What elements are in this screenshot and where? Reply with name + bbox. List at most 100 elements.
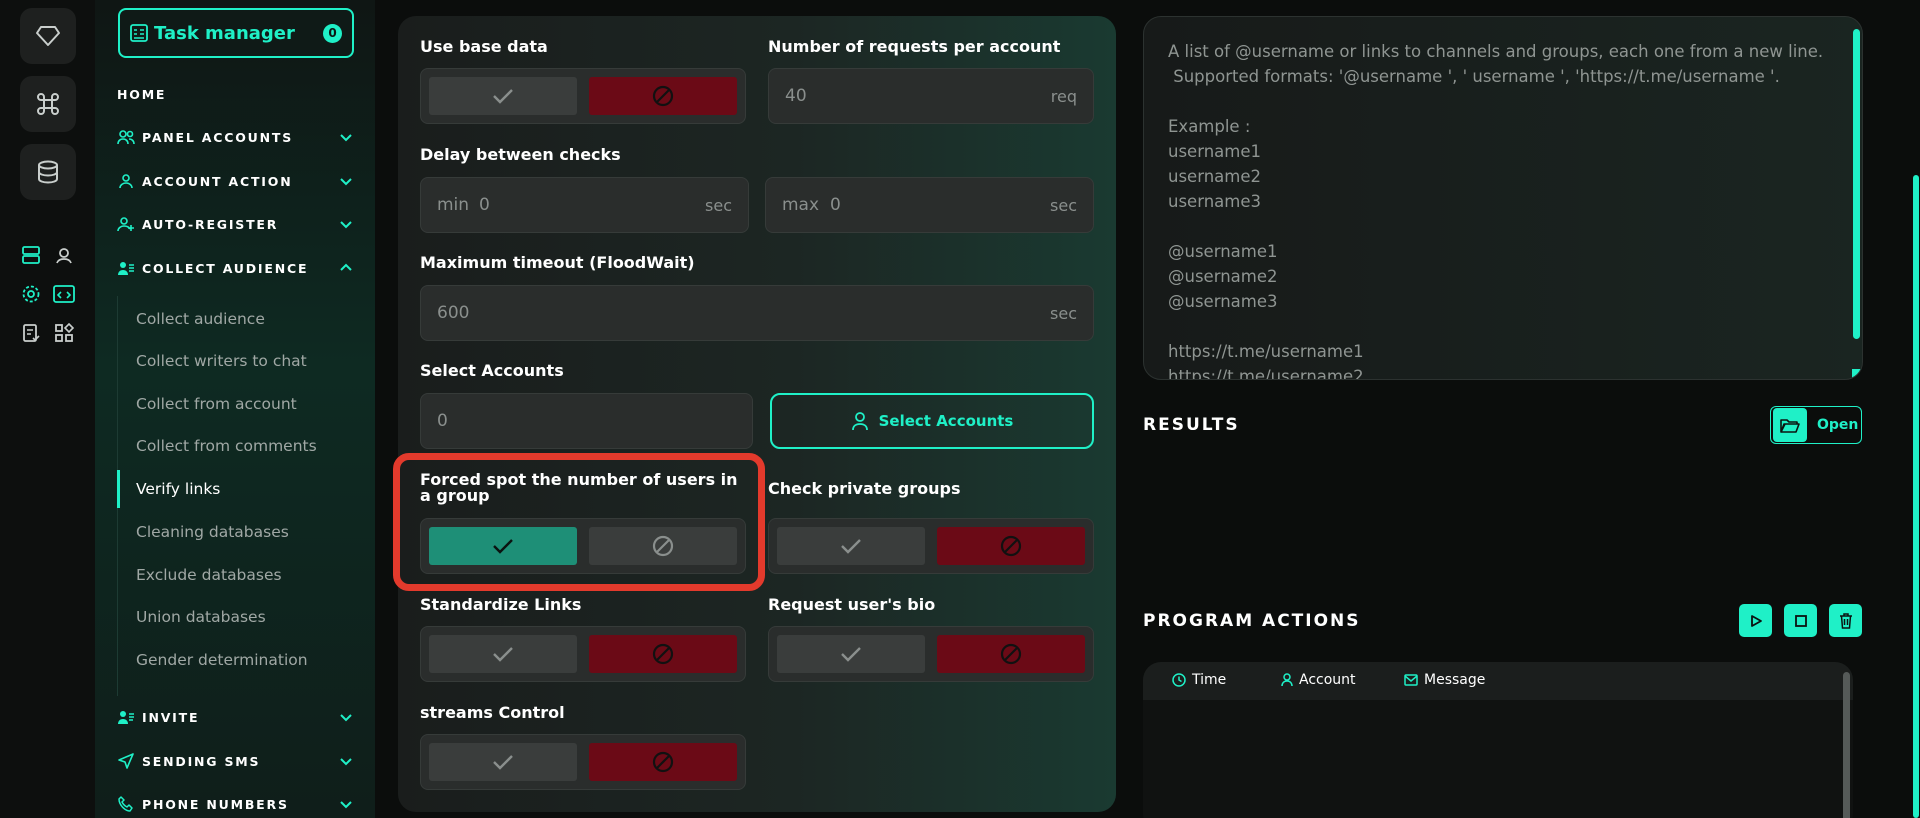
gear-icon[interactable] (20, 283, 42, 305)
stop-icon (1794, 614, 1807, 627)
log-col-time[interactable]: Time (1172, 672, 1226, 688)
open-results-button[interactable]: Open (1770, 406, 1862, 444)
textarea-line: username3 (1168, 192, 1261, 211)
submenu-cleaning-databases[interactable]: Cleaning databases (136, 523, 289, 541)
phone-icon (117, 795, 135, 813)
play-icon (1750, 614, 1762, 627)
submenu-union-databases[interactable]: Union databases (136, 608, 266, 626)
standardize-links-label: Standardize Links (420, 595, 582, 614)
play-button[interactable] (1739, 604, 1772, 637)
submenu-exclude-databases[interactable]: Exclude databases (136, 566, 282, 584)
send-icon (117, 752, 135, 770)
stop-button[interactable] (1784, 604, 1817, 637)
max-timeout-unit: sec (1050, 304, 1077, 323)
delay-label: Delay between checks (420, 145, 621, 164)
log-scrollbar[interactable] (1843, 672, 1850, 818)
highlight-box (393, 453, 765, 591)
chevron-down-icon (340, 178, 352, 186)
clear-log-button[interactable] (1829, 604, 1862, 637)
request-bio-yes[interactable] (777, 635, 925, 673)
requests-per-account-input[interactable]: 40 req (768, 68, 1094, 124)
textarea-line: @username2 (1168, 267, 1278, 286)
log-col-message[interactable]: Message (1404, 672, 1485, 688)
user-icon (1281, 673, 1293, 687)
log-col-account[interactable]: Account (1281, 672, 1356, 688)
use-base-data-no[interactable] (589, 77, 737, 115)
widgets-icon[interactable] (53, 322, 75, 344)
diamond-icon[interactable] (20, 8, 76, 64)
delay-max-input[interactable]: max 0 sec (765, 177, 1094, 233)
program-log: Time Account Message (1143, 662, 1853, 818)
users-group-icon (117, 259, 135, 277)
nav-panel-accounts[interactable]: PANEL ACCOUNTS (117, 128, 353, 146)
usernames-textarea[interactable]: A list of @username or links to channels… (1143, 16, 1863, 380)
delay-min-input[interactable]: min 0 sec (420, 177, 749, 233)
open-results-label: Open (1817, 417, 1859, 433)
chevron-down-icon (340, 221, 352, 229)
standardize-links-yes[interactable] (429, 635, 577, 673)
nav-home[interactable]: HOME (117, 87, 353, 102)
requests-unit: req (1050, 87, 1077, 106)
submenu-verify-links[interactable]: Verify links (136, 480, 220, 498)
textarea-line: Example : (1168, 117, 1251, 136)
submenu-gender-determination[interactable]: Gender determination (136, 651, 308, 669)
folder-open-icon (1773, 408, 1807, 442)
nav-account-action-label: ACCOUNT ACTION (142, 173, 293, 189)
user-icon (851, 412, 868, 431)
use-base-data-toggle (420, 68, 746, 124)
check-private-yes[interactable] (777, 527, 925, 565)
location-pin-icon[interactable] (53, 244, 75, 266)
check-icon (493, 89, 513, 104)
requests-per-account-value: 40 (785, 86, 807, 106)
command-icon[interactable] (20, 76, 76, 132)
streams-control-label: streams Control (420, 703, 565, 722)
delay-max-unit: sec (1050, 196, 1077, 215)
streams-control-toggle (420, 734, 746, 790)
code-window-icon[interactable] (53, 283, 75, 305)
nav-account-action[interactable]: ACCOUNT ACTION (117, 172, 353, 190)
textarea-line: Supported formats: '@username ', ' usern… (1168, 67, 1780, 86)
task-count-badge: 0 (323, 23, 342, 43)
nav-collect-audience[interactable]: COLLECT AUDIENCE (117, 259, 353, 277)
nav-phone-numbers[interactable]: PHONE NUMBERS (117, 795, 353, 813)
trash-icon (1839, 612, 1852, 629)
submenu-collect-writers[interactable]: Collect writers to chat (136, 352, 307, 370)
task-manager-button[interactable]: Task manager 0 (118, 8, 354, 58)
nav-auto-register-label: AUTO-REGISTER (142, 216, 279, 232)
delay-max-value: 0 (830, 195, 841, 215)
submenu-collect-from-comments[interactable]: Collect from comments (136, 437, 317, 455)
nav-home-label: HOME (117, 87, 167, 102)
database-icon[interactable] (20, 144, 76, 200)
user-invite-icon (117, 708, 135, 726)
icon-rail (0, 0, 95, 818)
nav-sending-sms-label: SENDING SMS (142, 753, 261, 769)
select-accounts-button[interactable]: Select Accounts (770, 393, 1094, 449)
max-timeout-input[interactable]: 600 sec (420, 285, 1094, 341)
delay-min-unit: sec (705, 196, 732, 215)
page-scrollbar[interactable] (1913, 175, 1919, 818)
streams-control-no[interactable] (589, 743, 737, 781)
select-accounts-label: Select Accounts (420, 361, 564, 380)
check-private-no[interactable] (937, 527, 1085, 565)
standardize-links-no[interactable] (589, 635, 737, 673)
chevron-down-icon (340, 758, 352, 766)
nav-sending-sms[interactable]: SENDING SMS (117, 752, 353, 770)
server-list-icon[interactable] (20, 244, 42, 266)
request-bio-label: Request user's bio (768, 595, 936, 614)
textarea-scrollbar[interactable] (1853, 29, 1860, 339)
nav-auto-register[interactable]: AUTO-REGISTER (117, 215, 353, 233)
textarea-line: https://t.me/username1 (1168, 342, 1364, 361)
resize-handle[interactable] (1852, 369, 1861, 378)
chevron-up-icon (340, 263, 352, 271)
document-check-icon[interactable] (20, 322, 42, 344)
nav-invite[interactable]: INVITE (117, 708, 353, 726)
chevron-down-icon (340, 134, 352, 142)
use-base-data-yes[interactable] (429, 77, 577, 115)
results-title: RESULTS (1143, 415, 1240, 435)
submenu-collect-from-account[interactable]: Collect from account (136, 395, 297, 413)
task-manager-label: Task manager (154, 22, 295, 44)
clock-icon (1172, 673, 1186, 687)
request-bio-no[interactable] (937, 635, 1085, 673)
submenu-collect-audience[interactable]: Collect audience (136, 310, 265, 328)
streams-control-yes[interactable] (429, 743, 577, 781)
